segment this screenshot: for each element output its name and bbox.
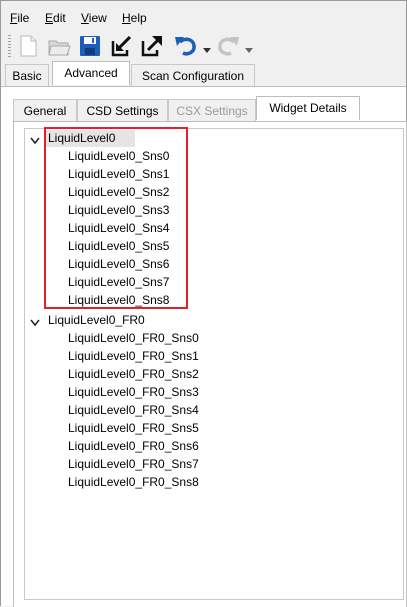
open-icon[interactable] <box>46 33 72 59</box>
chevron-down-icon[interactable] <box>30 316 40 327</box>
window: File Edit View Help Basic Advanced Scan … <box>0 0 407 607</box>
menu-view-mnemonic: V <box>81 11 89 25</box>
inner-tab-strip: General CSD Settings CSX Settings Widget… <box>13 96 403 122</box>
toolbar-grip <box>8 35 11 57</box>
menu-edit-label: dit <box>53 11 66 25</box>
menu-help-label: elp <box>130 11 147 25</box>
tab-basic[interactable]: Basic <box>5 64 49 86</box>
tree-node-sensor[interactable]: LiquidLevel0_FR0_Sns1 <box>68 348 199 365</box>
menu-view-label: iew <box>88 11 107 25</box>
save-icon[interactable] <box>77 33 103 59</box>
import-icon[interactable] <box>109 33 135 59</box>
menu-bar: File Edit View Help <box>1 1 406 27</box>
tab-widget-details[interactable]: Widget Details <box>256 96 360 120</box>
menu-help[interactable]: Help <box>122 9 147 27</box>
undo-icon[interactable] <box>173 33 199 59</box>
menu-file-label: ile <box>17 11 30 25</box>
annotation-highlight-box <box>44 127 188 309</box>
tree-node-sensor[interactable]: LiquidLevel0_FR0_Sns7 <box>68 456 199 473</box>
tab-advanced-label: Advanced <box>64 66 118 80</box>
tab-advanced[interactable]: Advanced <box>52 61 130 85</box>
tab-csx-settings: CSX Settings <box>168 99 256 121</box>
menu-file[interactable]: File <box>10 9 29 27</box>
tree-node-sensor[interactable]: LiquidLevel0_FR0_Sns8 <box>68 474 199 491</box>
tab-general[interactable]: General <box>13 99 77 121</box>
tab-general-label: General <box>23 104 67 118</box>
tab-basic-label: Basic <box>12 69 42 83</box>
tab-csx-settings-label: CSX Settings <box>176 104 248 118</box>
tree-node-sensor[interactable]: LiquidLevel0_FR0_Sns3 <box>68 384 199 401</box>
menu-edit-mnemonic: E <box>45 11 54 25</box>
menu-view[interactable]: View <box>81 9 107 27</box>
tab-scan-configuration[interactable]: Scan Configuration <box>131 64 255 86</box>
tree-node-widget-label: LiquidLevel0_FR0 <box>48 313 145 327</box>
tab-csd-settings-label: CSD Settings <box>86 104 159 118</box>
new-icon[interactable] <box>15 33 41 59</box>
tab-widget-details-label: Widget Details <box>269 101 347 115</box>
undo-dropdown-icon[interactable] <box>203 43 211 53</box>
tree-node-sensor[interactable]: LiquidLevel0_FR0_Sns6 <box>68 438 199 455</box>
tree-node-widget[interactable]: LiquidLevel0_FR0 <box>48 312 145 329</box>
toolbar <box>1 29 406 63</box>
redo-icon[interactable] <box>215 33 241 59</box>
redo-dropdown-icon[interactable] <box>245 43 253 53</box>
tree-node-sensor[interactable]: LiquidLevel0_FR0_Sns2 <box>68 366 199 383</box>
menu-help-mnemonic: H <box>122 11 131 25</box>
tab-csd-settings[interactable]: CSD Settings <box>77 99 168 121</box>
menu-edit[interactable]: Edit <box>45 9 66 27</box>
chevron-down-icon[interactable] <box>30 134 40 145</box>
tree-node-sensor[interactable]: LiquidLevel0_FR0_Sns0 <box>68 330 199 347</box>
tab-scan-configuration-label: Scan Configuration <box>141 69 245 83</box>
export-icon[interactable] <box>139 33 165 59</box>
tree-node-sensor[interactable]: LiquidLevel0_FR0_Sns4 <box>68 402 199 419</box>
outer-tab-strip: Basic Advanced Scan Configuration <box>1 61 406 87</box>
tree-node-sensor[interactable]: LiquidLevel0_FR0_Sns5 <box>68 420 199 437</box>
